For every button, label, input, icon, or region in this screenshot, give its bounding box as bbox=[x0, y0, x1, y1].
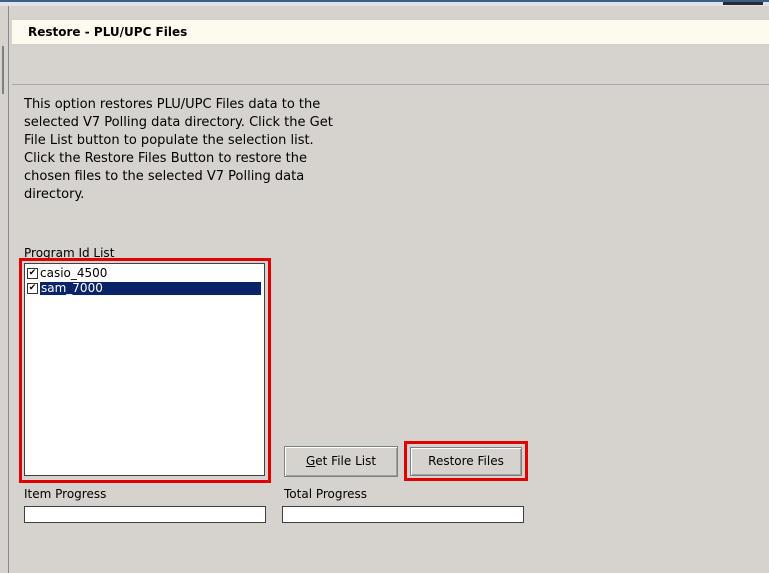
checkbox[interactable]: ✔ bbox=[27, 268, 38, 279]
list-item[interactable]: ✔ casio_4500 bbox=[27, 267, 107, 280]
total-progress-bar bbox=[282, 506, 524, 523]
item-progress-bar bbox=[24, 506, 266, 523]
get-file-list-accel: G bbox=[305, 454, 316, 468]
item-progress-label: Item Progress bbox=[24, 487, 107, 501]
title-bar: Restore - PLU/UPC Files bbox=[12, 19, 769, 45]
left-edge-mark bbox=[2, 46, 4, 94]
restore-window: Restore - PLU/UPC Files This option rest… bbox=[0, 0, 769, 573]
left-edge bbox=[0, 6, 9, 573]
get-file-list-button[interactable]: Get File List bbox=[284, 446, 398, 477]
window-top-border bbox=[0, 0, 769, 6]
description-text: This option restores PLU/UPC Files data … bbox=[24, 97, 333, 202]
top-border-tick bbox=[723, 2, 763, 5]
program-id-listbox[interactable]: ✔ casio_4500 ✔ sam_7000 bbox=[24, 263, 265, 476]
checkbox[interactable]: ✔ bbox=[27, 283, 38, 294]
get-file-list-label: et File List bbox=[315, 454, 377, 468]
restore-files-button[interactable]: Restore Files bbox=[410, 447, 522, 476]
list-item-label: casio_4500 bbox=[40, 266, 108, 280]
total-progress-label: Total Progress bbox=[284, 487, 368, 501]
list-item[interactable]: ✔ sam_7000 bbox=[27, 282, 261, 295]
list-item-label: sam_7000 bbox=[40, 282, 261, 295]
page-title: Restore - PLU/UPC Files bbox=[28, 25, 188, 39]
toolbar-strip bbox=[12, 45, 769, 85]
